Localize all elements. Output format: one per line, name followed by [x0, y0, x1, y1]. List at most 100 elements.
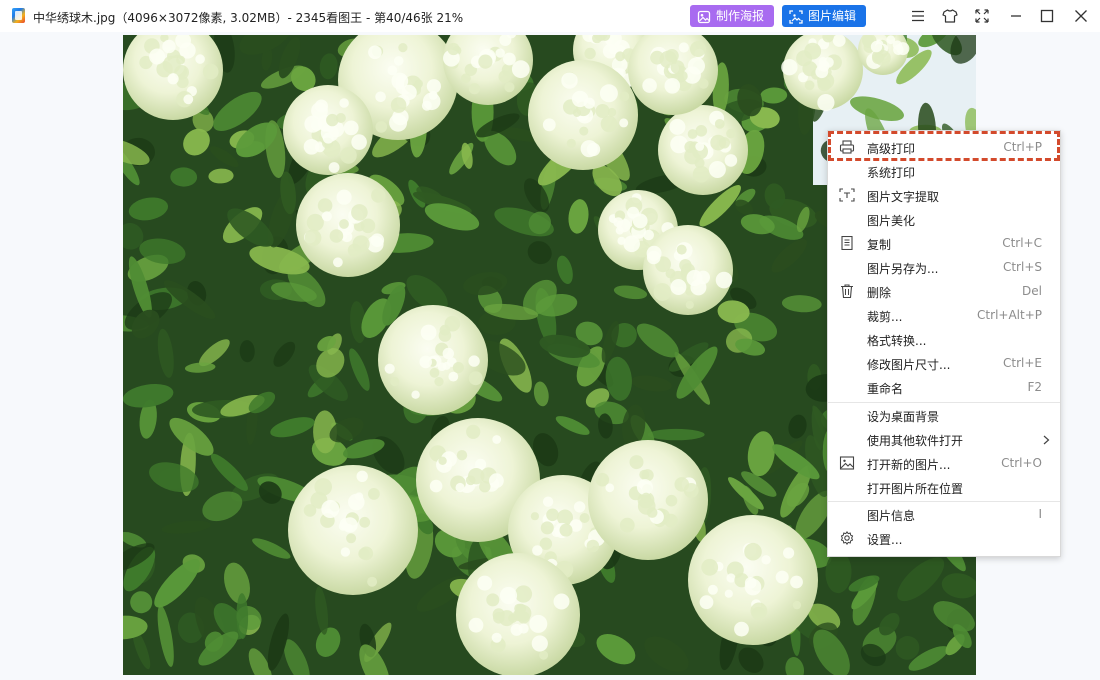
flower-petal	[321, 211, 332, 222]
menu-item-delete[interactable]: 删除 Del	[828, 279, 1060, 303]
menu-shortcut: Del	[1022, 284, 1042, 298]
flower-petal	[573, 501, 586, 513]
flower-petal	[322, 132, 334, 144]
flower-petal	[340, 147, 357, 164]
flower-petal	[669, 118, 686, 135]
flower-petal	[698, 78, 709, 89]
menu-shortcut: Ctrl+Alt+P	[977, 308, 1042, 322]
flower-petal	[636, 479, 653, 496]
flower-petal	[692, 165, 710, 183]
fullscreen-button[interactable]	[971, 6, 993, 26]
flower-petal	[629, 455, 644, 470]
flower-petal	[641, 492, 652, 503]
flower-petal	[619, 517, 635, 533]
menu-item-crop[interactable]: 裁剪... Ctrl+Alt+P	[828, 303, 1060, 327]
flower-petal	[539, 650, 549, 660]
flower-petal	[615, 226, 624, 235]
flower-petal	[707, 584, 718, 595]
menu-item-open-location[interactable]: 打开图片所在位置	[828, 475, 1060, 499]
flower-petal	[817, 77, 831, 92]
flower-petal	[646, 245, 662, 261]
menu-item-open-with[interactable]: 使用其他软件打开	[828, 427, 1060, 451]
menu-item-set-wallpaper[interactable]: 设为桌面背景	[828, 403, 1060, 427]
flower-petal	[613, 217, 624, 228]
menu-item-settings[interactable]: 设置...	[828, 526, 1060, 550]
flower-petal	[595, 104, 610, 118]
flower-petal	[339, 219, 349, 229]
flower-petal	[304, 229, 322, 247]
menu-item-open-new-image[interactable]: 打开新的图片... Ctrl+O	[828, 451, 1060, 475]
maximize-button[interactable]	[1036, 6, 1058, 26]
menu-item-extract-text[interactable]: 图片文字提取	[828, 183, 1060, 207]
flower-petal	[632, 213, 648, 229]
flower-petal	[599, 84, 618, 103]
flower-petal	[442, 347, 454, 360]
close-button[interactable]	[1070, 6, 1092, 26]
menu-item-format-convert[interactable]: 格式转换...	[828, 327, 1060, 351]
flower-petal	[162, 55, 181, 74]
flower-petal	[414, 79, 424, 88]
flower-petal	[336, 189, 352, 205]
shirt-skin-icon	[942, 9, 958, 23]
flower-petal	[306, 213, 324, 232]
flower-petal	[710, 134, 727, 151]
flower-petal	[695, 142, 705, 151]
flower-petal	[411, 390, 420, 399]
flower-petal	[514, 585, 533, 603]
flower-petal	[503, 52, 516, 66]
menu-item-advanced-print[interactable]: 高级打印 Ctrl+P	[828, 135, 1060, 159]
menu-item-system-print[interactable]: 系统打印	[828, 159, 1060, 183]
flower-petal	[561, 72, 578, 89]
menu-item-copy[interactable]: 复制 Ctrl+C	[828, 231, 1060, 255]
flower-petal	[195, 54, 205, 64]
main-menu-button[interactable]	[907, 6, 929, 26]
menu-label: 设为桌面背景	[867, 410, 940, 424]
menu-shortcut: Ctrl+C	[1002, 236, 1042, 250]
flower-petal	[665, 494, 678, 507]
menu-item-image-info[interactable]: 图片信息 I	[828, 502, 1060, 526]
flower-petal	[676, 244, 687, 255]
flower-petal	[559, 523, 573, 537]
flower-petal	[511, 60, 530, 79]
image-edit-button[interactable]: 图片编辑	[782, 5, 866, 27]
flower-petal	[714, 119, 725, 129]
flower-petal	[566, 138, 576, 148]
image-viewer-area[interactable]: 高级打印 Ctrl+P 系统打印 图片文字提取 图片美化 复制 Ctrl+C 图…	[0, 32, 1100, 680]
flower-petal	[422, 92, 441, 111]
flower-petal	[447, 42, 460, 56]
flower-petal	[701, 558, 719, 576]
flower-petal	[744, 578, 762, 596]
flower-petal	[398, 43, 408, 53]
flower-petal	[339, 98, 349, 108]
flower-petal	[368, 45, 382, 60]
flower-petal	[370, 233, 385, 247]
make-poster-button[interactable]: 制作海报	[690, 5, 774, 27]
window-title: 中华绣球木.jpg（4096×3072像素, 3.02MB）- 2345看图王 …	[33, 11, 464, 25]
minimize-button[interactable]	[1005, 6, 1027, 26]
flower-petal	[393, 56, 404, 66]
chevron-right-icon	[1043, 434, 1050, 448]
menu-label: 删除	[867, 286, 892, 300]
flower-petal	[359, 516, 371, 528]
flower-petal	[468, 83, 481, 95]
flower-petal	[338, 521, 348, 531]
flower-petal	[390, 97, 407, 113]
printer-icon	[839, 140, 855, 154]
flower-petal	[530, 512, 539, 521]
flower-petal	[678, 42, 689, 53]
flower-petal	[600, 115, 618, 133]
menu-label: 打开新的图片...	[867, 458, 951, 472]
flower-petal	[465, 475, 476, 486]
image-edit-label: 图片编辑	[808, 9, 857, 23]
menu-item-beautify[interactable]: 图片美化	[828, 207, 1060, 231]
menu-label: 图片美化	[867, 214, 916, 228]
flower-petal	[368, 488, 380, 500]
skin-button[interactable]	[939, 6, 961, 26]
flower-petal	[468, 355, 480, 367]
trash-icon	[839, 284, 855, 299]
flower-petal	[683, 483, 699, 498]
flower-petal	[429, 479, 443, 493]
menu-item-save-as[interactable]: 图片另存为... Ctrl+S	[828, 255, 1060, 279]
menu-item-rename[interactable]: 重命名 F2	[828, 375, 1060, 399]
menu-item-resize[interactable]: 修改图片尺寸... Ctrl+E	[828, 351, 1060, 375]
